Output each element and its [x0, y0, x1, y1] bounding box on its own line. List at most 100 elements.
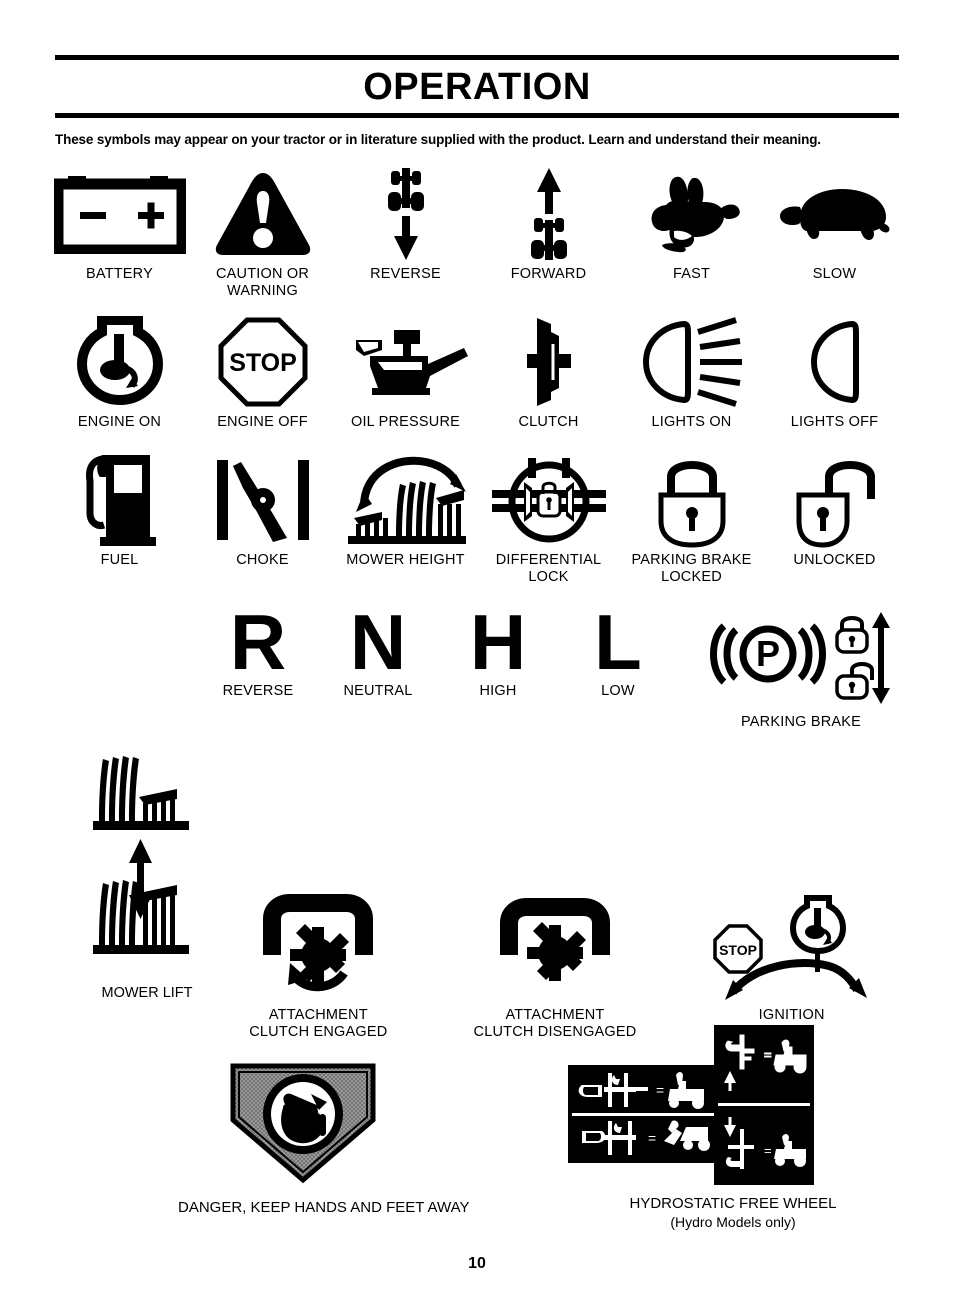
symbol-cell-mower-height: MOWER HEIGHT — [334, 452, 477, 586]
symbol-cell-ignition: STOP IGNITION — [673, 893, 910, 1041]
symbol-label: CLUTCH — [518, 414, 579, 431]
symbol-cell-slow: SLOW — [763, 166, 906, 300]
symbol-label: LIGHTS OFF — [790, 414, 879, 431]
symbol-cell-lights-off: LIGHTS OFF — [763, 314, 906, 431]
symbol-cell-clutch-disengaged: ATTACHMENT CLUTCH DISENGAGED — [437, 893, 674, 1041]
danger-group: DANGER, KEEP HANDS AND FEET AWAY — [178, 1060, 470, 1216]
choke-icon — [211, 452, 315, 548]
gear-label: REVERSE — [222, 683, 294, 700]
symbol-grid-row-3: FUEL CHOKE MOWER HEIGHT DIFFERENTIAL LOC… — [48, 452, 906, 586]
gear-label: HIGH — [479, 683, 517, 700]
symbol-label: CHOKE — [236, 551, 289, 568]
padlock-open-icon — [789, 452, 881, 548]
lights-on-icon — [632, 314, 752, 410]
mower-lift-label: MOWER LIFT — [101, 985, 193, 1001]
svg-text:STOP: STOP — [229, 349, 297, 377]
differential-lock-icon — [490, 452, 608, 548]
symbol-cell-forward: FORWARD — [477, 166, 620, 300]
reverse-tractor-icon — [378, 166, 434, 262]
symbol-cell-lights-on: LIGHTS ON — [620, 314, 763, 431]
gear-letter: H — [469, 597, 527, 686]
battery-icon — [53, 166, 186, 262]
gear-cell-high: H HIGH — [438, 597, 558, 700]
attachment-clutch-disengaged-icon — [487, 893, 623, 1003]
oil-can-icon — [342, 314, 470, 410]
gear-letter: L — [594, 597, 642, 686]
symbol-cell-caution: CAUTION OR WARNING — [191, 166, 334, 300]
danger-hands-feet-icon — [178, 1060, 428, 1185]
symbol-cell-clutch: CLUTCH — [477, 314, 620, 431]
svg-text:P: P — [756, 633, 780, 674]
symbol-cell-fuel: FUEL — [48, 452, 191, 586]
symbol-cell-unlocked: UNLOCKED — [763, 452, 906, 586]
svg-text:STOP: STOP — [719, 942, 757, 958]
symbol-label: REVERSE — [370, 266, 441, 283]
engine-on-icon — [72, 314, 168, 410]
gear-label: NEUTRAL — [343, 683, 413, 700]
symbol-cell-engine-off: STOP ENGINE OFF — [191, 314, 334, 431]
hydrostatic-label-group: HYDROSTATIC FREE WHEEL (Hydro Models onl… — [568, 1195, 898, 1231]
svg-text:=: = — [764, 1143, 772, 1158]
symbol-grid-row-1: BATTERY CAUTION OR WARNING REVERSE FORWA… — [48, 166, 906, 300]
hydrostatic-group: = = = = HYDROSTATIC FREE WHEEL (Hydro Mo… — [568, 1025, 898, 1231]
header-rule-bottom — [55, 113, 899, 118]
symbol-label: CAUTION OR WARNING — [215, 266, 310, 300]
lights-off-icon — [800, 314, 870, 410]
svg-text:=: = — [648, 1130, 656, 1146]
page-number: 10 — [468, 1255, 486, 1272]
symbol-label: ENGINE OFF — [217, 414, 308, 431]
turtle-icon — [776, 166, 894, 262]
symbol-label: PARKING BRAKE LOCKED — [631, 551, 752, 585]
symbol-label: BATTERY — [86, 266, 153, 283]
warning-triangle-icon — [211, 166, 315, 262]
forward-tractor-icon — [521, 166, 577, 262]
mower-lift-group: MOWER LIFT — [82, 745, 212, 1001]
symbol-label: LIGHTS ON — [651, 414, 732, 431]
attachment-row: ATTACHMENT CLUTCH ENGAGED ATTACHMENT CLU… — [200, 893, 910, 1041]
symbol-cell-fast: FAST — [620, 166, 763, 300]
danger-label: DANGER, KEEP HANDS AND FEET AWAY — [178, 1199, 470, 1216]
symbol-cell-battery: BATTERY — [48, 166, 191, 300]
svg-text:=: = — [764, 1047, 772, 1062]
stop-octagon-icon: STOP — [218, 314, 308, 410]
gear-cell-parking-brake: P PARKING BRAKE — [678, 610, 906, 730]
svg-text:=: = — [656, 1082, 664, 1098]
gear-cell-reverse: R REVERSE — [198, 603, 318, 700]
symbol-grid-row-2: ENGINE ON STOP ENGINE OFF OIL PRESSURE C… — [48, 314, 906, 431]
gear-cell-low: L LOW — [558, 597, 678, 700]
symbol-label: SLOW — [812, 266, 857, 283]
symbol-cell-clutch-engaged: ATTACHMENT CLUTCH ENGAGED — [200, 893, 437, 1041]
mower-lift-icon — [85, 745, 209, 975]
symbol-label: ATTACHMENT CLUTCH ENGAGED — [249, 1007, 388, 1041]
ignition-switch-icon: STOP — [707, 893, 877, 1003]
symbol-label: FAST — [672, 266, 711, 283]
fuel-pump-icon — [80, 452, 160, 548]
symbol-cell-choke: CHOKE — [191, 452, 334, 586]
hydrostatic-free-wheel-decal: = = = = — [568, 1025, 898, 1185]
gear-letter: N — [349, 597, 407, 686]
padlock-closed-icon — [649, 452, 735, 548]
symbol-label: IGNITION — [758, 1007, 825, 1023]
symbol-label: MOWER HEIGHT — [346, 551, 465, 568]
gear-label: LOW — [601, 683, 635, 700]
symbol-cell-oil-pressure: OIL PRESSURE — [334, 314, 477, 431]
symbol-label: FORWARD — [510, 266, 587, 283]
symbol-label: FUEL — [100, 551, 139, 568]
symbol-label: DIFFERENTIAL LOCK — [495, 551, 602, 585]
symbol-cell-parking-brake-locked: PARKING BRAKE LOCKED — [620, 452, 763, 586]
attachment-clutch-engaged-icon — [250, 893, 386, 1003]
manual-page: OPERATION These symbols may appear on yo… — [0, 55, 954, 1295]
symbol-cell-engine-on: ENGINE ON — [48, 314, 191, 431]
hydrostatic-sublabel: (Hydro Models only) — [670, 1213, 796, 1230]
clutch-icon — [519, 314, 579, 410]
gear-cell-neutral: N NEUTRAL — [318, 597, 438, 700]
symbol-label: ENGINE ON — [77, 414, 162, 431]
gear-selection-row: R REVERSE N NEUTRAL H HIGH L LOW P PARKI… — [48, 597, 906, 730]
hydrostatic-label: HYDROSTATIC FREE WHEEL — [629, 1195, 837, 1212]
symbol-cell-differential-lock: DIFFERENTIAL LOCK — [477, 452, 620, 586]
symbol-cell-reverse: REVERSE — [334, 166, 477, 300]
page-title: OPERATION — [363, 66, 591, 108]
parking-brake-p-icon: P — [696, 610, 906, 706]
intro-text: These symbols may appear on your tractor… — [55, 132, 821, 147]
symbol-label: OIL PRESSURE — [350, 414, 461, 431]
